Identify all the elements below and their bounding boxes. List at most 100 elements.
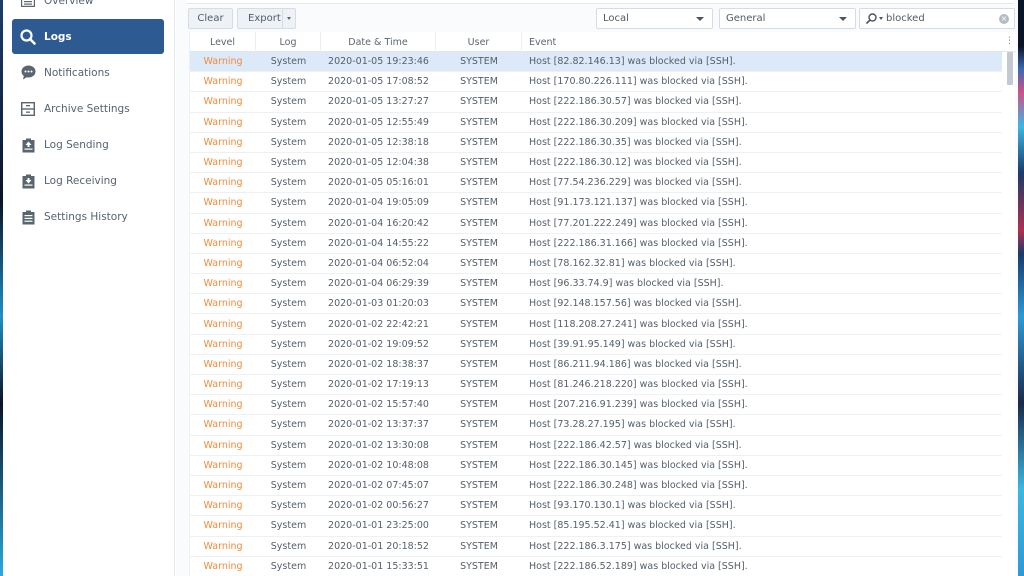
- clear-search-icon[interactable]: ×: [999, 14, 1009, 24]
- search-icon[interactable]: [866, 13, 877, 24]
- sidebar-item-log-receiving[interactable]: Log Receiving: [12, 163, 164, 198]
- export-button[interactable]: Export: [237, 8, 296, 29]
- table-row[interactable]: Warning System 2020-01-02 22:42:21 SYSTEM Ho…: [190, 314, 1002, 335]
- user-cell: SYSTEM: [460, 237, 498, 249]
- sidebar-item-logs[interactable]: Logs: [12, 19, 164, 54]
- datetime-cell: 2020-01-01 20:18:52: [328, 540, 429, 552]
- table-row[interactable]: Warning System 2020-01-04 06:52:04 SYSTEM Ho…: [190, 254, 1002, 275]
- event-cell: Host [118.208.27.241] was blocked via [S…: [529, 318, 748, 330]
- event-cell: Host [222.186.52.189] was blocked via [S…: [529, 560, 748, 572]
- event-cell: Host [93.170.130.1] was blocked via [SSH…: [529, 500, 736, 512]
- sidebar-item-log-sending[interactable]: Log Sending: [12, 127, 164, 162]
- table-row[interactable]: Warning System 2020-01-05 12:38:18 SYSTEM Ho…: [190, 133, 1002, 153]
- event-cell: Host [222.186.30.12] was blocked via [SS…: [529, 157, 742, 169]
- table-row[interactable]: Warning System 2020-01-02 17:19:13 SYSTEM Ho…: [190, 375, 1002, 396]
- table-row[interactable]: Warning System 2020-01-01 23:25:00 SYSTEM Ho…: [190, 516, 1002, 537]
- level-cell: Warning: [203, 379, 243, 391]
- table-row[interactable]: Warning System 2020-01-01 15:33:51 SYSTEM Ho…: [190, 557, 1002, 576]
- datetime-cell: 2020-01-05 19:23:46: [328, 56, 429, 68]
- log-cell: System: [270, 338, 307, 350]
- level-cell: Warning: [203, 459, 243, 471]
- table-row[interactable]: Warning System 2020-01-05 12:04:38 SYSTEM Ho…: [190, 153, 1002, 174]
- datetime-cell: 2020-01-02 17:19:13: [328, 379, 429, 391]
- datetime-cell: 2020-01-02 13:37:37: [328, 419, 429, 431]
- export-dropdown-toggle[interactable]: [282, 9, 295, 28]
- table-row[interactable]: Warning System 2020-01-03 01:20:03 SYSTEM Ho…: [190, 294, 1002, 315]
- event-cell: Host [82.82.146.13] was blocked via [SSH…: [529, 56, 736, 68]
- source-select[interactable]: Local: [596, 8, 713, 29]
- table-row[interactable]: Warning System 2020-01-02 13:30:08 SYSTEM Ho…: [190, 436, 1002, 456]
- event-cell: Host [222.186.30.248] was blocked via [S…: [529, 480, 748, 492]
- table-row[interactable]: Warning System 2020-01-02 19:09:52 SYSTEM Ho…: [190, 335, 1002, 355]
- clear-button[interactable]: Clear: [188, 8, 233, 29]
- table-row[interactable]: Warning System 2020-01-04 19:05:09 SYSTEM Ho…: [190, 193, 1002, 214]
- column-menu-icon[interactable]: ⋮: [1005, 36, 1014, 48]
- datetime-cell: 2020-01-05 05:16:01: [328, 177, 429, 189]
- column-header-level[interactable]: Level: [190, 32, 256, 52]
- event-cell: Host [170.80.226.111] was blocked via [S…: [529, 76, 748, 88]
- scrollbar-thumb[interactable]: [1007, 52, 1013, 85]
- sidebar-item-settings-history[interactable]: Settings History: [12, 199, 164, 234]
- table-row[interactable]: Warning System 2020-01-05 13:27:27 SYSTEM Ho…: [190, 92, 1002, 113]
- log-cell: System: [270, 480, 307, 492]
- sidebar-item-notifications[interactable]: Notifications: [12, 55, 164, 90]
- event-cell: Host [222.186.30.209] was blocked via [S…: [529, 116, 748, 128]
- user-cell: SYSTEM: [460, 157, 498, 169]
- table-row[interactable]: Warning System 2020-01-04 14:55:22 SYSTEM Ho…: [190, 234, 1002, 254]
- datetime-cell: 2020-01-04 06:29:39: [328, 278, 429, 290]
- level-cell: Warning: [203, 358, 243, 370]
- table-row[interactable]: Warning System 2020-01-02 07:45:07 SYSTEM Ho…: [190, 476, 1002, 497]
- event-cell: Host [91.173.121.137] was blocked via [S…: [529, 197, 748, 209]
- user-cell: SYSTEM: [460, 278, 498, 290]
- level-cell: Warning: [203, 157, 243, 169]
- datetime-cell: 2020-01-05 13:27:27: [328, 96, 429, 108]
- user-cell: SYSTEM: [460, 520, 498, 532]
- log-type-select[interactable]: General: [719, 8, 856, 29]
- sidebar-item-label: Overview: [44, 0, 94, 7]
- table-row[interactable]: Warning System 2020-01-01 20:18:52 SYSTEM Ho…: [190, 537, 1002, 557]
- user-cell: SYSTEM: [460, 217, 498, 229]
- user-cell: SYSTEM: [460, 480, 498, 492]
- table-row[interactable]: Warning System 2020-01-05 12:55:49 SYSTEM Ho…: [190, 113, 1002, 133]
- level-cell: Warning: [203, 520, 243, 532]
- search-options-caret-icon[interactable]: [879, 17, 883, 20]
- event-cell: Host [222.186.42.57] was blocked via [SS…: [529, 439, 742, 451]
- table-row[interactable]: Warning System 2020-01-02 13:37:37 SYSTEM Ho…: [190, 415, 1002, 436]
- table-row[interactable]: Warning System 2020-01-02 18:38:37 SYSTEM Ho…: [190, 355, 1002, 375]
- column-header-user[interactable]: User: [436, 32, 522, 52]
- log-cell: System: [270, 379, 307, 391]
- table-row[interactable]: Warning System 2020-01-02 15:57:40 SYSTEM Ho…: [190, 395, 1002, 416]
- event-cell: Host [78.162.32.81] was blocked via [SSH…: [529, 257, 736, 269]
- level-cell: Warning: [203, 217, 243, 229]
- log-cell: System: [270, 116, 307, 128]
- table-row[interactable]: Warning System 2020-01-05 17:08:52 SYSTEM Ho…: [190, 72, 1002, 93]
- sidebar-item-overview[interactable]: Overview: [12, 0, 164, 18]
- level-cell: Warning: [203, 278, 243, 290]
- search-field[interactable]: ×: [859, 8, 1015, 29]
- level-cell: Warning: [203, 96, 243, 108]
- table-row[interactable]: Warning System 2020-01-04 06:29:39 SYSTEM Ho…: [190, 274, 1002, 295]
- table-row[interactable]: Warning System 2020-01-05 19:23:46 SYSTEM Ho…: [190, 52, 1002, 73]
- search-input[interactable]: [886, 13, 986, 24]
- log-cell: System: [270, 237, 307, 249]
- sidebar: Overview Logs Notifications Archive Sett…: [3, 0, 175, 576]
- event-cell: Host [85.195.52.41] was blocked via [SSH…: [529, 520, 736, 532]
- column-header-datetime[interactable]: Date & Time: [321, 32, 436, 52]
- column-header-event[interactable]: Event: [522, 32, 1002, 52]
- log-center-window: Overview Logs Notifications Archive Sett…: [3, 0, 1018, 576]
- table-row[interactable]: Warning System 2020-01-02 10:48:08 SYSTEM Ho…: [190, 456, 1002, 476]
- table-row[interactable]: Warning System 2020-01-04 16:20:42 SYSTEM Ho…: [190, 214, 1002, 234]
- log-type-select-value: General: [726, 13, 766, 24]
- user-cell: SYSTEM: [460, 439, 498, 451]
- column-header-log[interactable]: Log: [256, 32, 321, 52]
- table-row[interactable]: Warning System 2020-01-05 05:16:01 SYSTEM Ho…: [190, 173, 1002, 194]
- table-row[interactable]: Warning System 2020-01-02 00:56:27 SYSTEM Ho…: [190, 496, 1002, 517]
- event-cell: Host [222.186.3.175] was blocked via [SS…: [529, 540, 742, 552]
- desktop-background-right: [1018, 0, 1024, 576]
- grid-scrollbar[interactable]: [1005, 52, 1015, 576]
- datetime-cell: 2020-01-04 16:20:42: [328, 217, 429, 229]
- archive-drawer-icon: [20, 101, 36, 117]
- sidebar-item-archive-settings[interactable]: Archive Settings: [12, 91, 164, 126]
- clipboard-upload-icon: [20, 137, 36, 153]
- chevron-down-icon: [696, 17, 704, 21]
